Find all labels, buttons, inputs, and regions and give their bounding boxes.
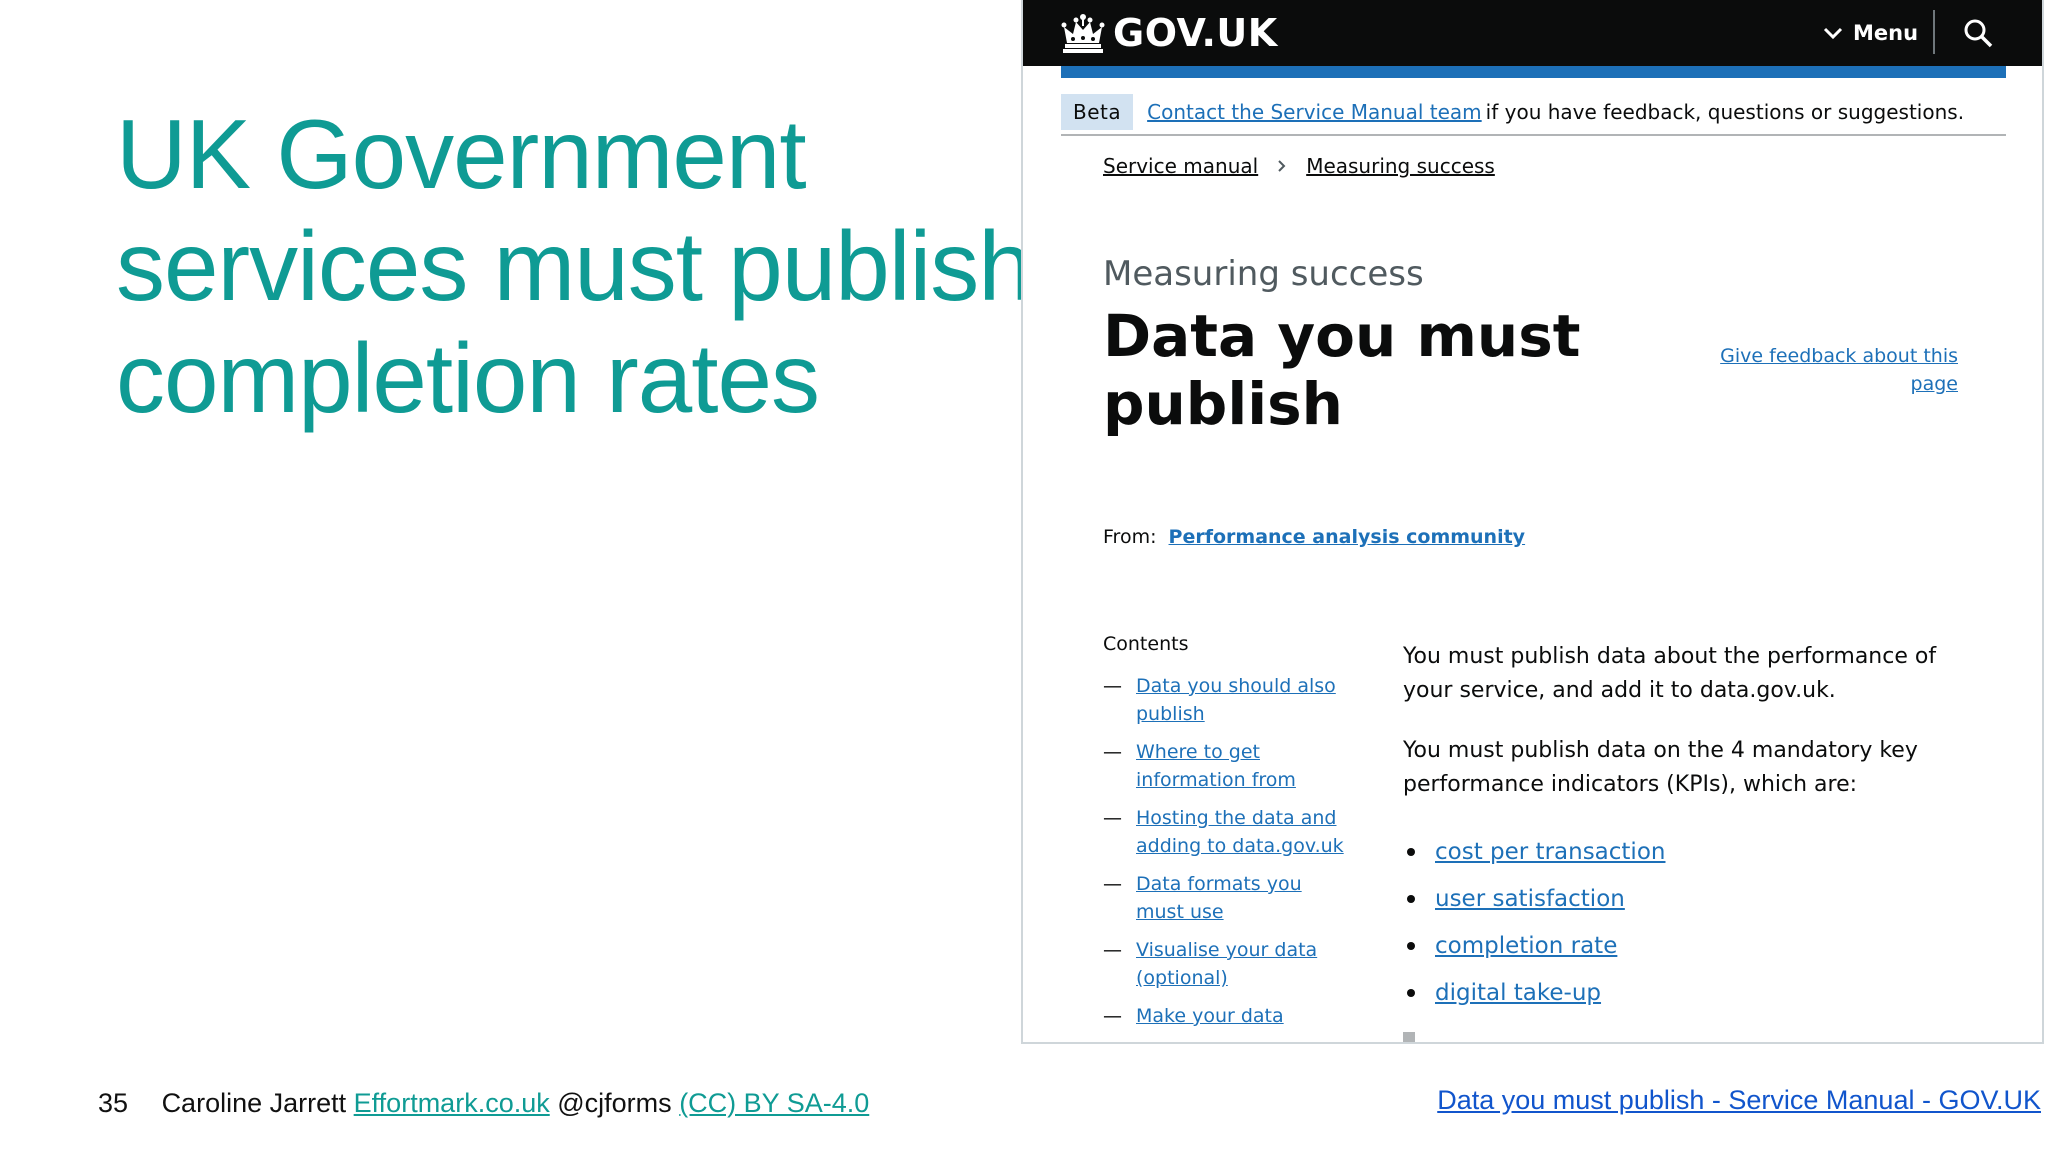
breadcrumb-measuring-success[interactable]: Measuring success (1306, 154, 1495, 178)
contact-team-link[interactable]: Contact the Service Manual team (1147, 100, 1482, 124)
kpi-item: cost per transaction (1403, 828, 1963, 875)
page-heading: Data you must publish (1103, 302, 1581, 438)
body-content: You must publish data about the performa… (1403, 640, 1963, 1016)
contents-heading: Contents (1103, 633, 1189, 655)
license-link[interactable]: (CC) BY SA-4.0 (679, 1088, 869, 1118)
kpi-link[interactable]: user satisfaction (1435, 886, 1625, 912)
contents-link[interactable]: Data you should also publish (1136, 672, 1353, 728)
kpi-link[interactable]: cost per transaction (1435, 839, 1665, 865)
contents-link[interactable]: Hosting the data and adding to data.gov.… (1136, 804, 1353, 860)
from-label: From: (1103, 526, 1157, 548)
chevron-right-icon (1278, 160, 1286, 172)
slide-title-line: completion rates (116, 323, 820, 433)
contents-link[interactable]: Data formats you must use (1136, 870, 1353, 926)
contents-item: — Make your data (1103, 1002, 1353, 1030)
phase-banner-text: if you have feedback, questions or sugge… (1485, 100, 1965, 124)
menu-button[interactable]: Menu (1823, 18, 1918, 48)
slide-footer: 35 Caroline Jarrett Effortmark.co.uk @cj… (98, 1088, 869, 1119)
contents-item: — Data you should also publish (1103, 672, 1353, 728)
govuk-header: GOV.UK Menu (1023, 0, 2042, 66)
contents-link[interactable]: Make your data (1136, 1002, 1284, 1030)
contents-link[interactable]: Visualise your data (optional) (1136, 936, 1353, 992)
contents-item: — Visualise your data (optional) (1103, 936, 1353, 992)
performance-community-link[interactable]: Performance analysis community (1169, 526, 1526, 548)
contents-link[interactable]: Where to get information from (1136, 738, 1353, 794)
chevron-down-icon (1823, 27, 1843, 40)
source-link[interactable]: Data you must publish - Service Manual -… (1437, 1085, 2041, 1116)
from-line: From: Performance analysis community (1103, 526, 1525, 548)
kpi-item: digital take-up (1403, 969, 1963, 1016)
cropped-content-marker (1403, 1032, 1415, 1042)
header-divider (1933, 10, 1935, 54)
govuk-logo-text: GOV.UK (1113, 11, 1278, 55)
body-paragraph: You must publish data about the performa… (1403, 644, 1937, 703)
menu-label: Menu (1853, 21, 1919, 45)
breadcrumb: Service manual Measuring success (1103, 154, 1495, 178)
kpi-link[interactable]: completion rate (1435, 933, 1617, 959)
contents-item: — Where to get information from (1103, 738, 1353, 794)
phase-banner: Beta Contact the Service Manual team if … (1061, 90, 2006, 136)
twitter-handle: @cjforms (557, 1088, 672, 1118)
govuk-page-screenshot: GOV.UK Menu Beta Contact the Service Man… (1021, 0, 2044, 1044)
govuk-logo-link[interactable]: GOV.UK (1061, 8, 1278, 58)
kpi-item: completion rate (1403, 922, 1963, 969)
contents-item: — Hosting the data and adding to data.gov… (1103, 804, 1353, 860)
beta-tag: Beta (1061, 94, 1134, 130)
crown-icon (1061, 14, 1105, 53)
kpi-item: user satisfaction (1403, 875, 1963, 922)
kpi-list: cost per transaction user satisfaction c… (1403, 828, 1963, 1016)
contents-item: — Data formats you must use (1103, 870, 1353, 926)
contents-list: — Data you should also publish — Where to … (1103, 672, 1353, 1040)
kpi-link[interactable]: digital take-up (1435, 980, 1601, 1006)
breadcrumb-service-manual[interactable]: Service manual (1103, 154, 1258, 178)
give-feedback-link[interactable]: Give feedback about this page (1698, 342, 1958, 398)
body-paragraph: You must publish data on the 4 mandatory… (1403, 738, 1918, 797)
slide-number: 35 (98, 1088, 129, 1118)
page-caption: Measuring success (1103, 254, 1424, 294)
author-name: Caroline Jarrett (161, 1088, 347, 1118)
slide-title: UK Government services must publish comp… (116, 98, 1033, 434)
slide-title-line: services must publish (116, 211, 1033, 321)
header-blue-bar (1061, 66, 2006, 78)
effortmark-link[interactable]: Effortmark.co.uk (354, 1088, 550, 1118)
slide-title-line: UK Government (116, 99, 807, 209)
search-icon[interactable] (1961, 16, 1995, 50)
